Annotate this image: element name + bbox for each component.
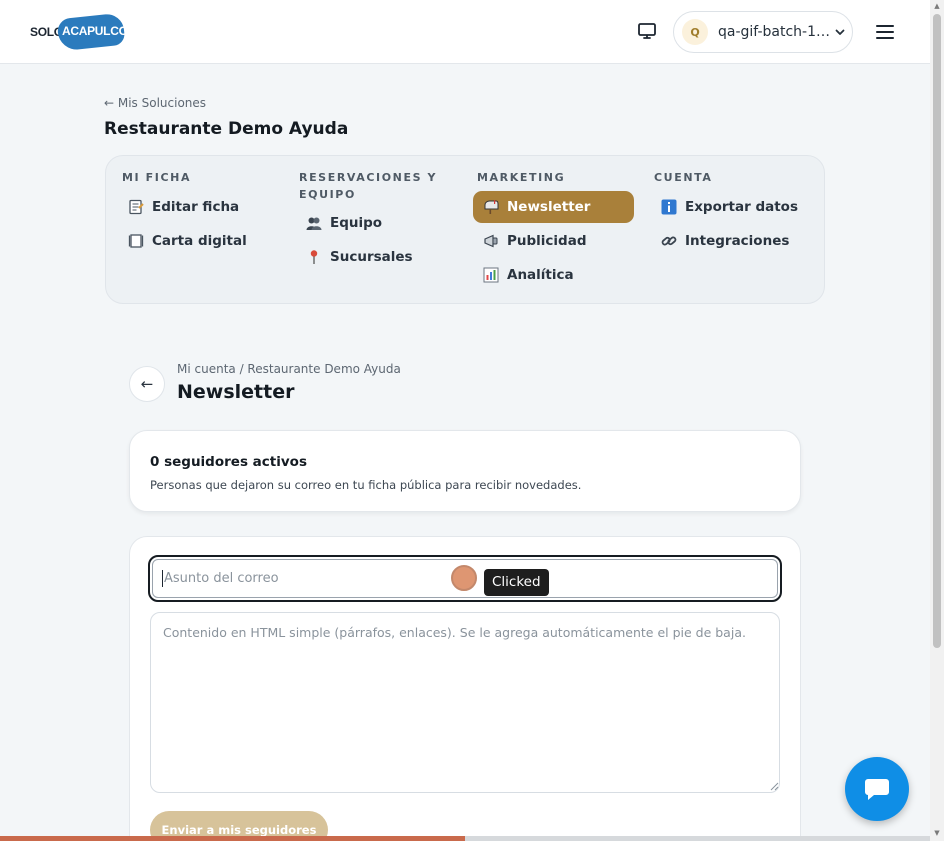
nav-item-label: Publicidad (507, 233, 587, 249)
account-name: qa-gif-batch-17... (718, 24, 830, 40)
logo-text-right: ACAPULCO! (62, 24, 132, 38)
nav-section-heading: RESERVACIONES Y EQUIPO (299, 171, 438, 201)
loading-progress-bar (0, 836, 930, 841)
nav-item-label: Carta digital (152, 233, 247, 249)
nav-item-equipo[interactable]: Equipo (296, 207, 457, 239)
page-title: Newsletter (177, 381, 295, 403)
account-avatar: Q (682, 19, 708, 45)
scroll-down-arrow-icon[interactable]: ▼ (933, 829, 941, 837)
nav-item-label: Integraciones (685, 233, 790, 249)
nav-item-analitica[interactable]: Analítica (473, 259, 634, 291)
back-arrow-button[interactable]: ← (129, 366, 165, 402)
page-scrollbar[interactable]: ▲ ▼ (930, 0, 944, 841)
nav-item-label: Equipo (330, 215, 383, 231)
nav-section-heading: CUENTA (654, 171, 713, 184)
nav-section-heading: MARKETING (477, 171, 566, 184)
info-icon (661, 199, 677, 215)
chat-bubble-icon (865, 779, 889, 800)
nav-item-sucursales[interactable]: Sucursales (296, 241, 457, 273)
nav-item-label: Sucursales (330, 249, 413, 265)
text-caret (162, 570, 163, 587)
nav-item-exportar-datos[interactable]: Exportar datos (651, 191, 812, 223)
megaphone-icon (483, 233, 499, 249)
nav-item-publicidad[interactable]: Publicidad (473, 225, 634, 257)
solutions-nav-card: MI FICHA Editar ficha Carta digital RESE… (105, 155, 825, 304)
top-bar: SOLO ACAPULCO! Q qa-gif-batch-17... (0, 0, 930, 64)
chevron-down-icon (835, 29, 845, 35)
scrollbar-thumb[interactable] (933, 14, 941, 648)
nav-item-label: Analítica (507, 267, 574, 283)
mailbox-icon (483, 199, 499, 215)
nav-item-integraciones[interactable]: Integraciones (651, 225, 812, 257)
bar-chart-icon (483, 267, 499, 283)
nav-item-label: Newsletter (507, 199, 591, 215)
followers-card: 0 seguidores activos Personas que dejaro… (129, 430, 801, 512)
content-textarea[interactable] (150, 612, 780, 793)
nav-item-label: Exportar datos (685, 199, 798, 215)
hamburger-menu-icon[interactable] (874, 22, 896, 42)
back-to-solutions-link[interactable]: ← Mis Soluciones (104, 96, 206, 110)
menu-card-icon (128, 233, 144, 249)
nav-section-mi-ficha: MI FICHA (122, 169, 282, 186)
nav-section-marketing: MARKETING (477, 169, 637, 186)
memo-icon (128, 199, 144, 215)
link-icon (661, 233, 677, 249)
click-indicator (451, 565, 477, 591)
nav-item-newsletter[interactable]: Newsletter (473, 191, 634, 223)
followers-count: 0 seguidores activos (150, 454, 307, 470)
nav-item-carta-digital[interactable]: Carta digital (118, 225, 279, 257)
monitor-icon[interactable] (636, 22, 658, 42)
nav-item-label: Editar ficha (152, 199, 240, 215)
account-switcher[interactable]: Q qa-gif-batch-17... (673, 11, 853, 53)
nav-section-heading: MI FICHA (122, 171, 192, 184)
pin-icon (306, 249, 322, 265)
nav-section-reservaciones: RESERVACIONES Y EQUIPO (299, 169, 459, 203)
breadcrumb: Mi cuenta / Restaurante Demo Ayuda (177, 362, 401, 376)
loading-progress-fill (0, 836, 465, 841)
solo-acapulco-logo[interactable]: SOLO ACAPULCO! (24, 12, 132, 52)
resize-grip-icon[interactable] (769, 781, 779, 791)
business-title: Restaurante Demo Ayuda (104, 119, 349, 139)
chat-button[interactable] (845, 757, 909, 821)
people-icon (306, 215, 322, 231)
scroll-up-arrow-icon[interactable]: ▲ (933, 2, 941, 10)
arrow-left-icon: ← (140, 375, 154, 393)
nav-item-editar-ficha[interactable]: Editar ficha (118, 191, 279, 223)
nav-section-cuenta: CUENTA (654, 169, 814, 186)
followers-description: Personas que dejaron su correo en tu fic… (150, 478, 582, 492)
click-tooltip: Clicked (484, 569, 549, 596)
